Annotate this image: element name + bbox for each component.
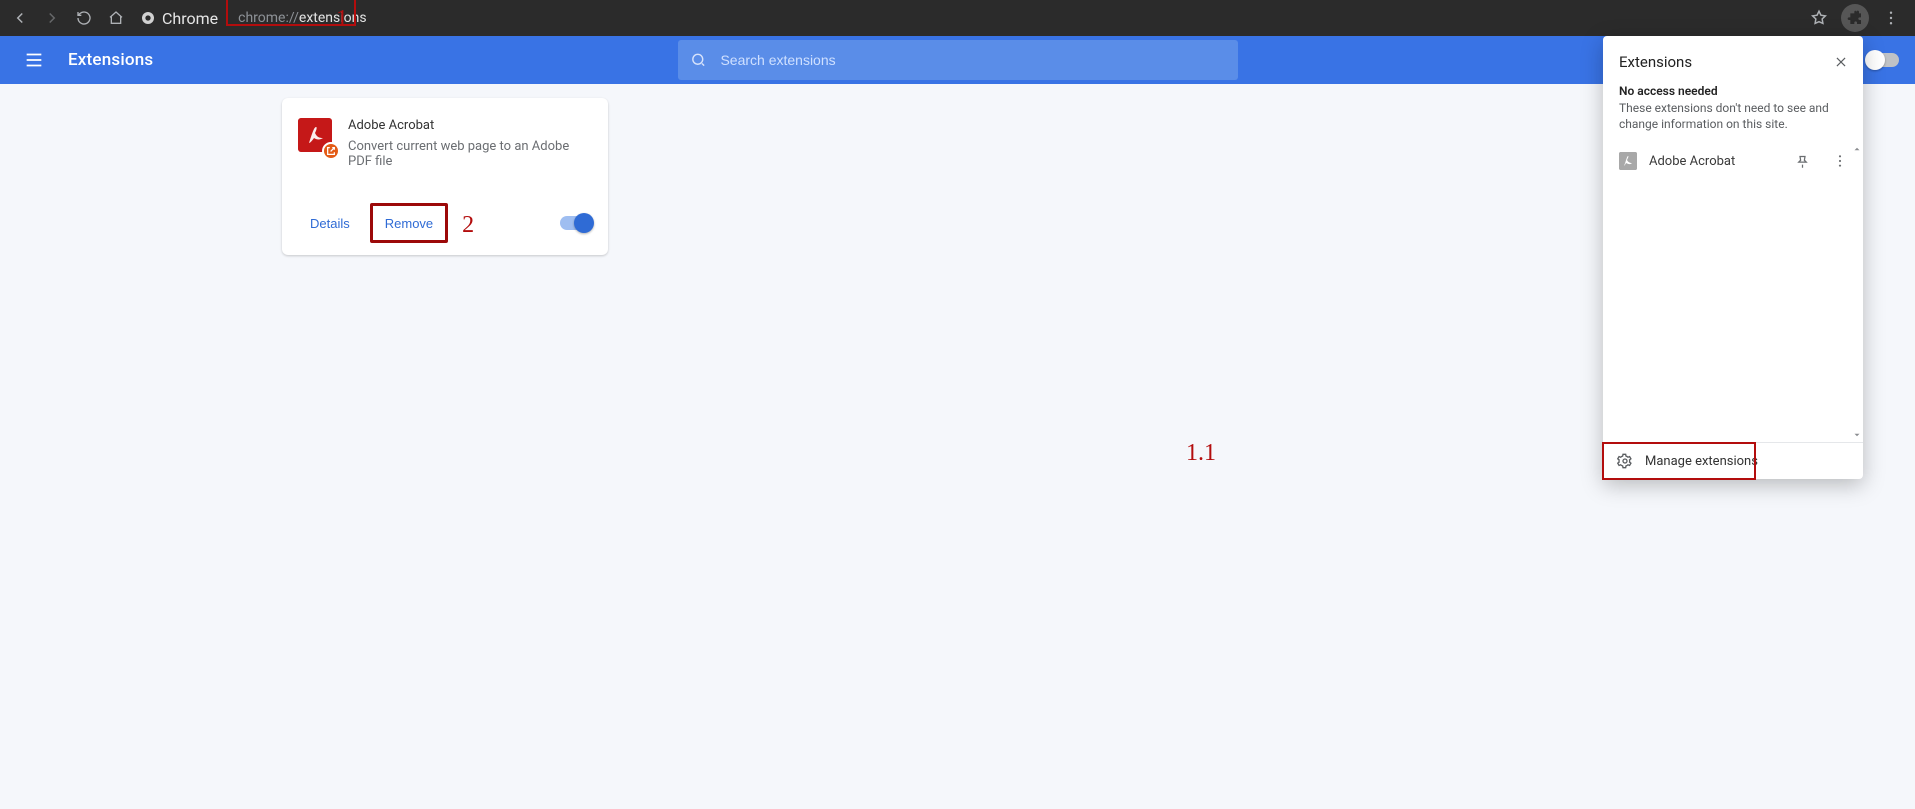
menu-icon	[23, 49, 45, 71]
annotation-label-11: 1.1	[1186, 440, 1216, 467]
main-menu-button[interactable]	[16, 42, 52, 78]
annotation-label-2: 2	[462, 212, 474, 239]
toolbar-right-icons	[1805, 4, 1909, 32]
chrome-icon	[140, 10, 156, 26]
gear-icon	[1617, 453, 1633, 469]
arrow-right-icon	[43, 9, 61, 27]
annotation-box-remove: Remove	[370, 203, 448, 243]
extensions-search[interactable]	[678, 40, 1238, 80]
developer-mode-toggle[interactable]	[1867, 53, 1899, 67]
nav-home-button[interactable]	[102, 4, 130, 32]
chevron-up-icon	[1852, 144, 1862, 154]
home-icon	[108, 10, 124, 26]
search-input[interactable]	[720, 52, 1225, 68]
browser-toolbar: Chrome chrome://extensions 1	[0, 0, 1915, 36]
url-scheme: chrome://	[238, 10, 299, 26]
star-icon	[1810, 9, 1828, 27]
popup-section-description: These extensions don't need to see and c…	[1603, 98, 1863, 142]
popup-title: Extensions	[1619, 53, 1692, 71]
scroll-up-button[interactable]	[1851, 142, 1863, 156]
popup-section-title: No access needed	[1603, 84, 1863, 98]
pin-icon	[1795, 154, 1810, 169]
url-path: extensions	[299, 10, 367, 26]
bookmark-button[interactable]	[1805, 4, 1833, 32]
more-vertical-icon	[1832, 153, 1848, 169]
popup-extension-name: Adobe Acrobat	[1649, 154, 1777, 169]
nav-reload-button[interactable]	[70, 4, 98, 32]
reload-icon	[76, 10, 92, 26]
popup-extension-icon	[1619, 152, 1637, 170]
popup-scrollbar[interactable]	[1851, 142, 1863, 442]
search-icon	[690, 51, 707, 69]
extension-icon	[298, 118, 332, 152]
page-title: Extensions	[68, 50, 153, 70]
extension-name: Adobe Acrobat	[348, 118, 592, 133]
extension-card: Adobe Acrobat Convert current web page t…	[282, 98, 608, 255]
chevron-down-icon	[1852, 430, 1862, 440]
extension-options-button[interactable]	[1827, 148, 1853, 174]
popup-close-button[interactable]	[1829, 50, 1853, 74]
address-bar[interactable]: chrome://extensions	[230, 4, 374, 32]
pin-extension-button[interactable]	[1789, 148, 1815, 174]
extension-badge-icon	[322, 142, 340, 160]
site-identity[interactable]: Chrome	[140, 0, 218, 36]
acrobat-mini-icon	[1619, 152, 1637, 170]
extensions-popup: Extensions No access needed These extens…	[1603, 36, 1863, 479]
popup-extension-item[interactable]: Adobe Acrobat	[1603, 142, 1863, 180]
nav-forward-button[interactable]	[38, 4, 66, 32]
details-button[interactable]: Details	[298, 206, 362, 240]
manage-extensions-button[interactable]: Manage extensions	[1603, 442, 1863, 479]
nav-back-button[interactable]	[6, 4, 34, 32]
close-icon	[1834, 55, 1848, 69]
remove-button[interactable]: Remove	[373, 206, 445, 240]
manage-extensions-label: Manage extensions	[1645, 454, 1758, 469]
more-vertical-icon	[1882, 9, 1900, 27]
arrow-left-icon	[11, 9, 29, 27]
extension-description: Convert current web page to an Adobe PDF…	[348, 139, 592, 169]
site-label: Chrome	[162, 9, 218, 28]
extension-enable-toggle[interactable]	[560, 216, 592, 230]
browser-menu-button[interactable]	[1877, 4, 1905, 32]
scroll-down-button[interactable]	[1851, 428, 1863, 442]
extensions-menu-button[interactable]	[1841, 4, 1869, 32]
puzzle-icon	[1847, 10, 1863, 26]
